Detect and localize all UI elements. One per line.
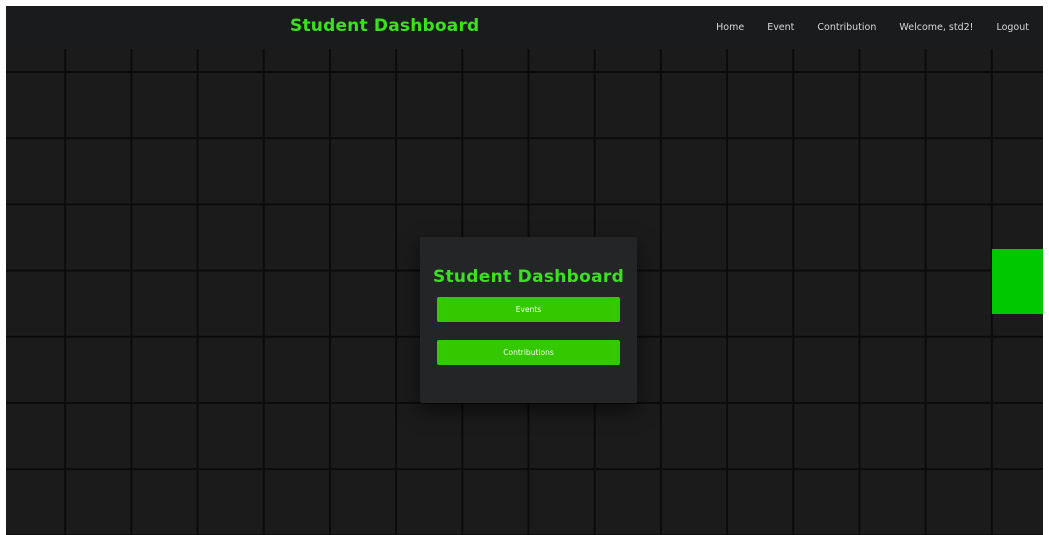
card-title: Student Dashboard	[432, 267, 625, 287]
navbar: Student Dashboard Home Event Contributio…	[6, 6, 1043, 49]
nav-link-logout[interactable]: Logout	[996, 22, 1029, 33]
nav-links: Home Event Contribution Welcome, std2! L…	[716, 6, 1043, 49]
page-frame: Student Dashboard Home Event Contributio…	[6, 6, 1043, 535]
navbar-brand[interactable]: Student Dashboard	[290, 16, 479, 36]
nav-link-home[interactable]: Home	[716, 22, 744, 33]
highlighted-grid-cell[interactable]	[992, 249, 1043, 314]
dashboard-card: Student Dashboard Events Contributions	[420, 237, 637, 403]
contributions-button[interactable]: Contributions	[437, 340, 620, 365]
events-button[interactable]: Events	[437, 297, 620, 322]
welcome-text: Welcome, std2!	[899, 22, 974, 33]
nav-link-event[interactable]: Event	[767, 22, 794, 33]
nav-link-contribution[interactable]: Contribution	[817, 22, 876, 33]
